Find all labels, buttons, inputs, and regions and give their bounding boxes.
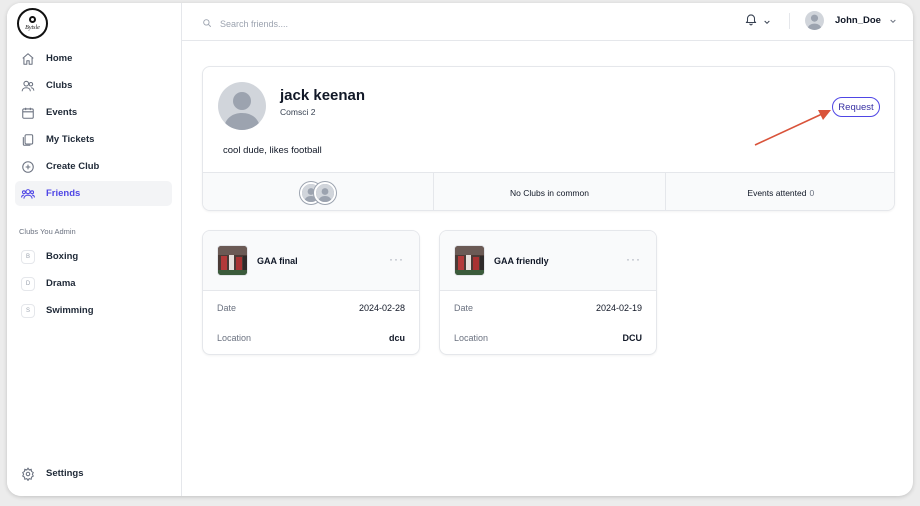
event-name: GAA friendly — [494, 256, 549, 266]
event-thumbnail — [217, 245, 248, 276]
more-options-icon[interactable]: ··· — [626, 252, 641, 266]
event-date-row: Date 2024-02-19 — [454, 303, 642, 313]
events-attended-count: 0 — [809, 187, 815, 198]
sidebar-item-create-club[interactable]: Create Club — [15, 154, 172, 179]
app-logo[interactable]: Bytsle — [17, 8, 48, 39]
sidebar-item-clubs[interactable]: Clubs — [15, 73, 172, 98]
gear-icon — [21, 466, 35, 481]
clubs-in-common-text: No Clubs in common — [510, 187, 589, 198]
sidebar-club-drama[interactable]: D Drama — [15, 271, 172, 296]
section-label-clubs-you-admin: Clubs You Admin — [19, 227, 76, 236]
search-icon — [202, 15, 212, 33]
event-date-row: Date 2024-02-28 — [217, 303, 405, 313]
logo-mark — [29, 16, 36, 23]
home-icon — [21, 52, 35, 66]
search-input[interactable] — [220, 19, 420, 29]
events-attended-stat: Events attented 0 — [664, 173, 894, 210]
club-initial-badge: B — [21, 249, 35, 264]
event-location-label: Location — [454, 333, 489, 343]
sidebar-item-label: Drama — [46, 278, 76, 289]
sidebar-item-label: Events — [46, 107, 78, 118]
sidebar-item-label: Boxing — [46, 251, 79, 262]
more-options-icon[interactable]: ··· — [389, 252, 404, 266]
profile-card: jack keenan Comsci 2 cool dude, likes fo… — [202, 66, 895, 211]
bell-icon — [744, 12, 758, 31]
notifications-button[interactable] — [744, 12, 771, 31]
chevron-down-icon — [889, 12, 897, 30]
profile-stats-bar: No Clubs in common Events attented 0 — [203, 172, 894, 210]
sidebar-item-label: My Tickets — [46, 134, 95, 145]
sidebar-item-events[interactable]: Events — [15, 100, 172, 125]
event-location-row: Location DCU — [454, 333, 642, 343]
sidebar-item-friends[interactable]: Friends — [15, 181, 172, 206]
mutual-friends-stat — [203, 173, 433, 210]
club-initial-badge: D — [21, 276, 35, 291]
calendar-icon — [21, 106, 35, 120]
ticket-icon — [21, 133, 35, 147]
profile-course: Comsci 2 — [280, 107, 316, 117]
sidebar-item-label: Friends — [46, 188, 81, 199]
event-card-header: GAA friendly ··· — [440, 231, 656, 291]
request-button[interactable]: Request — [832, 97, 880, 117]
user-avatar — [805, 11, 824, 30]
topbar-divider — [789, 13, 790, 29]
sidebar-club-boxing[interactable]: B Boxing — [15, 244, 172, 269]
clubs-in-common-stat: No Clubs in common — [433, 173, 664, 210]
profile-name: jack keenan — [280, 87, 366, 104]
app-window: Bytsle Home Clubs Events My Tickets Crea… — [7, 3, 913, 496]
event-thumbnail — [454, 245, 485, 276]
event-card[interactable]: GAA friendly ··· Date 2024-02-19 Locatio… — [439, 230, 657, 355]
user-menu[interactable]: John_Doe — [805, 11, 897, 30]
sidebar-item-label: Clubs — [46, 80, 73, 91]
event-location-value: DCU — [622, 333, 643, 343]
chevron-down-icon — [763, 13, 771, 31]
event-location-value: dcu — [388, 333, 405, 343]
plus-circle-icon — [21, 160, 35, 174]
event-location-label: Location — [217, 333, 252, 343]
sidebar-item-home[interactable]: Home — [15, 46, 172, 71]
mutual-friend-avatar — [314, 181, 337, 204]
club-initial-badge: S — [21, 303, 35, 318]
event-card[interactable]: GAA final ··· Date 2024-02-28 Location d… — [202, 230, 420, 355]
sidebar-item-label: Home — [46, 53, 73, 64]
event-date-label: Date — [217, 303, 237, 313]
profile-bio: cool dude, likes football — [223, 145, 322, 156]
users-icon — [21, 79, 35, 93]
sidebar: Bytsle Home Clubs Events My Tickets Crea… — [7, 3, 182, 496]
sidebar-item-label: Swimming — [46, 305, 94, 316]
sidebar-item-label: Create Club — [46, 161, 100, 172]
event-date-label: Date — [454, 303, 474, 313]
event-card-header: GAA final ··· — [203, 231, 419, 291]
top-bar: John_Doe — [182, 3, 913, 41]
sidebar-item-settings[interactable]: Settings — [15, 461, 172, 486]
event-date-value: 2024-02-19 — [595, 303, 642, 313]
sidebar-club-swimming[interactable]: S Swimming — [15, 298, 172, 323]
event-name: GAA final — [257, 256, 298, 266]
sidebar-item-label: Settings — [46, 468, 84, 479]
logo-text: Bytsle — [25, 25, 40, 31]
sidebar-item-my-tickets[interactable]: My Tickets — [15, 127, 172, 152]
events-attended-label: Events attented — [747, 187, 807, 198]
event-date-value: 2024-02-28 — [358, 303, 405, 313]
event-location-row: Location dcu — [217, 333, 405, 343]
username: John_Doe — [835, 15, 881, 26]
profile-avatar — [218, 82, 266, 130]
search-bar — [202, 15, 420, 33]
friends-icon — [21, 187, 35, 201]
